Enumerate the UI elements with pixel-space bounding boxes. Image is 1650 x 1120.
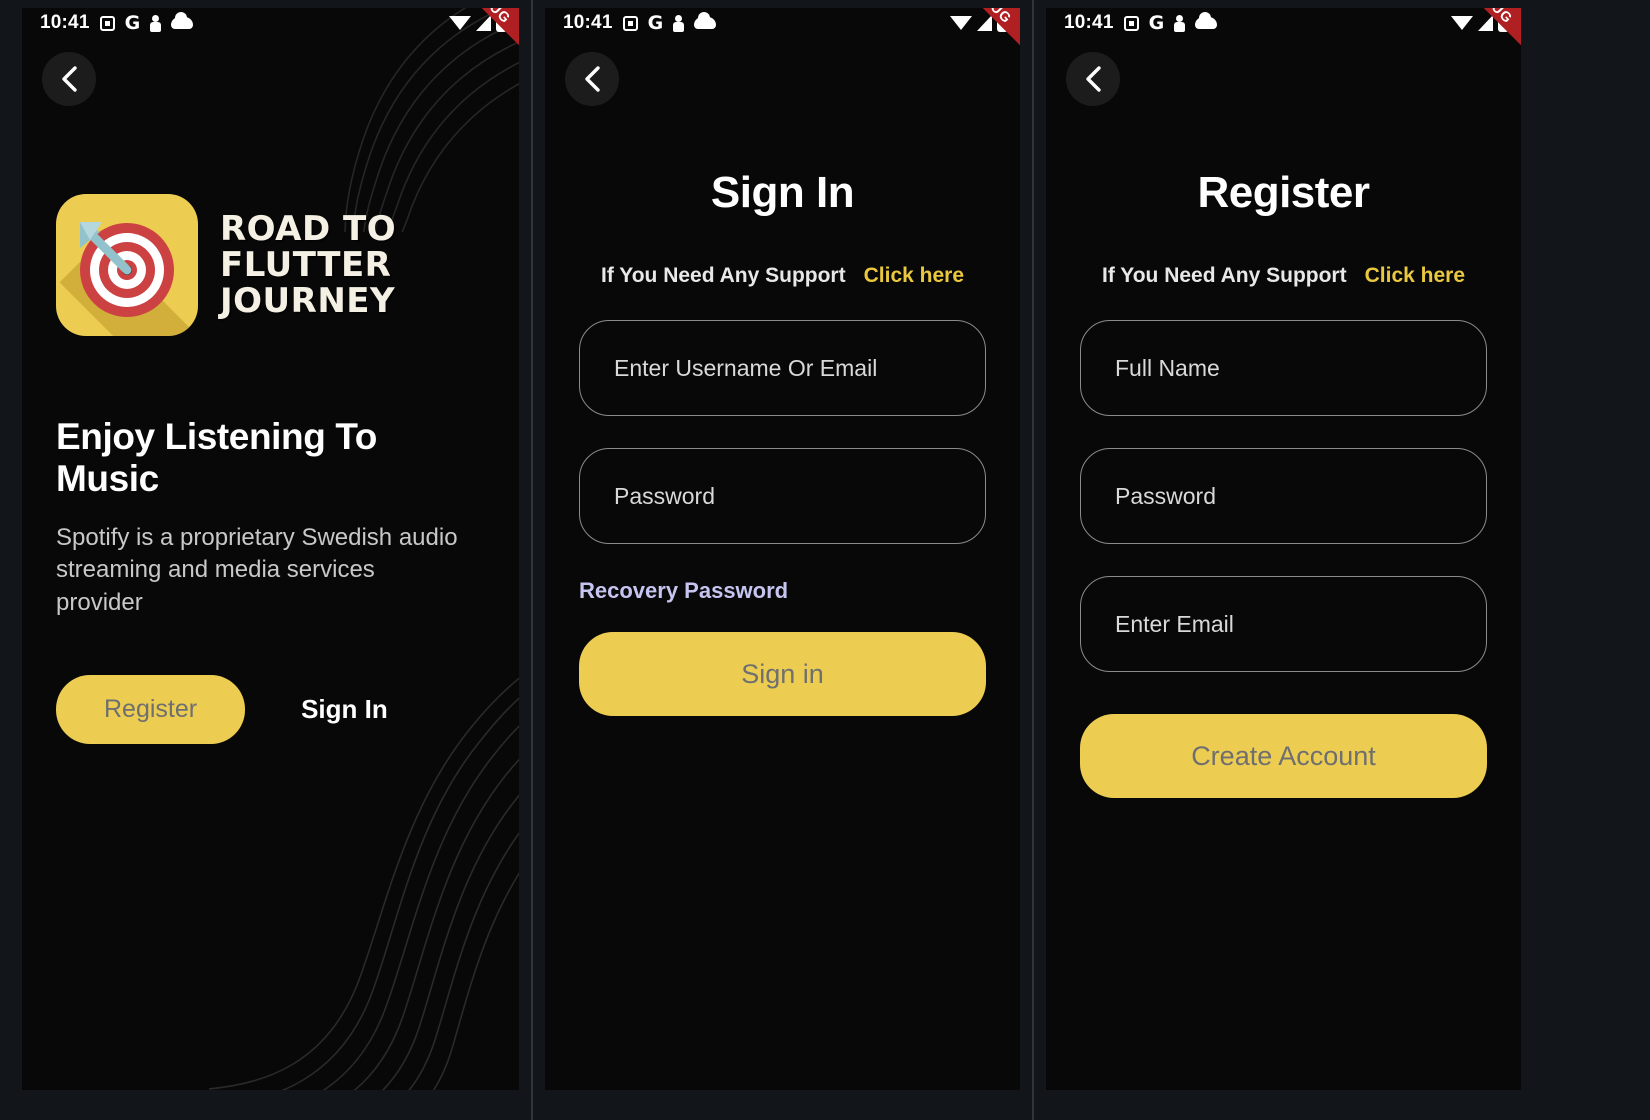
person-icon: [150, 14, 162, 32]
sign-in-link[interactable]: Sign In: [301, 694, 388, 725]
google-icon: G: [124, 11, 141, 34]
message-icon: [99, 15, 115, 31]
full-name-input[interactable]: Full Name: [1080, 320, 1487, 416]
support-row: If You Need Any Support Click here: [579, 264, 986, 288]
password-input[interactable]: Password: [1080, 448, 1487, 544]
screen-register: DEBUG 10:41 G Register If You: [1046, 8, 1521, 1090]
left-gutter: [0, 0, 22, 1120]
cloud-icon: [1195, 12, 1218, 29]
status-bar-left: 10:41 G: [1064, 11, 1218, 34]
right-gutter: [1521, 0, 1543, 1120]
wifi-icon: [449, 16, 471, 30]
logo-line-3: JOURNEY: [220, 281, 396, 322]
person-icon: [1174, 14, 1186, 32]
google-icon: G: [1148, 11, 1165, 34]
onboarding-content: ROAD TO FLUTTER JOURNEY Enjoy Listening …: [22, 194, 519, 745]
back-button[interactable]: [565, 52, 619, 106]
status-bar-left: 10:41 G: [40, 11, 194, 34]
logo-line-2: FLUTTER: [220, 244, 392, 285]
support-label: If You Need Any Support: [1101, 264, 1347, 287]
page-subtitle: Spotify is a proprietary Swedish audio s…: [56, 524, 458, 616]
onboarding-actions: Register Sign In: [56, 675, 485, 745]
support-link[interactable]: Click here: [864, 264, 964, 288]
password-input[interactable]: Password: [579, 448, 986, 544]
logo-wordmark: ROAD TO FLUTTER JOURNEY: [220, 211, 396, 319]
status-time: 10:41: [40, 12, 90, 33]
page-title: Sign In: [710, 168, 855, 217]
support-link[interactable]: Click here: [1365, 264, 1465, 288]
sign-in-content: Sign In If You Need Any Support Click he…: [545, 168, 1020, 1090]
signal-icon: [476, 15, 491, 31]
google-icon: G: [647, 11, 664, 34]
chevron-left-icon: [1086, 66, 1101, 92]
page-title: Enjoy Listening To Music: [56, 416, 377, 499]
status-time: 10:41: [1064, 12, 1114, 33]
back-button[interactable]: [42, 52, 96, 106]
app-logo: ROAD TO FLUTTER JOURNEY: [56, 194, 485, 336]
register-button[interactable]: Register: [56, 675, 246, 745]
page-title: Register: [1197, 168, 1370, 217]
wifi-icon: [950, 16, 972, 30]
back-button[interactable]: [1066, 52, 1120, 106]
panel-gap-1: [519, 0, 545, 1120]
screen-sign-in: DEBUG 10:41 G Sign In If You: [545, 8, 1020, 1090]
wifi-icon: [1451, 16, 1473, 30]
cloud-icon: [171, 12, 194, 29]
message-icon: [622, 15, 638, 31]
signal-icon: [977, 15, 992, 31]
recovery-password-link[interactable]: Recovery Password: [579, 578, 788, 604]
email-input[interactable]: Enter Email: [1080, 576, 1487, 672]
status-bar-left: 10:41 G: [563, 11, 717, 34]
status-bar: 10:41 G: [545, 8, 1020, 38]
message-icon: [1123, 15, 1139, 31]
cloud-icon: [694, 12, 717, 29]
status-bar: 10:41 G: [1046, 8, 1521, 38]
screen-onboarding: DEBUG 10:41 G: [22, 8, 519, 1090]
support-row: If You Need Any Support Click here: [1080, 264, 1487, 288]
chevron-left-icon: [62, 66, 77, 92]
target-dart-icon: [56, 194, 198, 336]
create-account-button[interactable]: Create Account: [1080, 714, 1487, 798]
signal-icon: [1478, 15, 1493, 31]
person-icon: [673, 14, 685, 32]
panel-gap-2: [1020, 0, 1046, 1120]
chevron-left-icon: [585, 66, 600, 92]
username-or-email-input[interactable]: Enter Username Or Email: [579, 320, 986, 416]
status-time: 10:41: [563, 12, 613, 33]
status-bar: 10:41 G: [22, 8, 519, 38]
screenshot-strip: DEBUG 10:41 G: [0, 0, 1650, 1120]
logo-line-1: ROAD TO: [220, 208, 397, 249]
sign-in-button[interactable]: Sign in: [579, 632, 986, 716]
register-content: Register If You Need Any Support Click h…: [1046, 168, 1521, 1090]
support-label: If You Need Any Support: [600, 264, 846, 287]
